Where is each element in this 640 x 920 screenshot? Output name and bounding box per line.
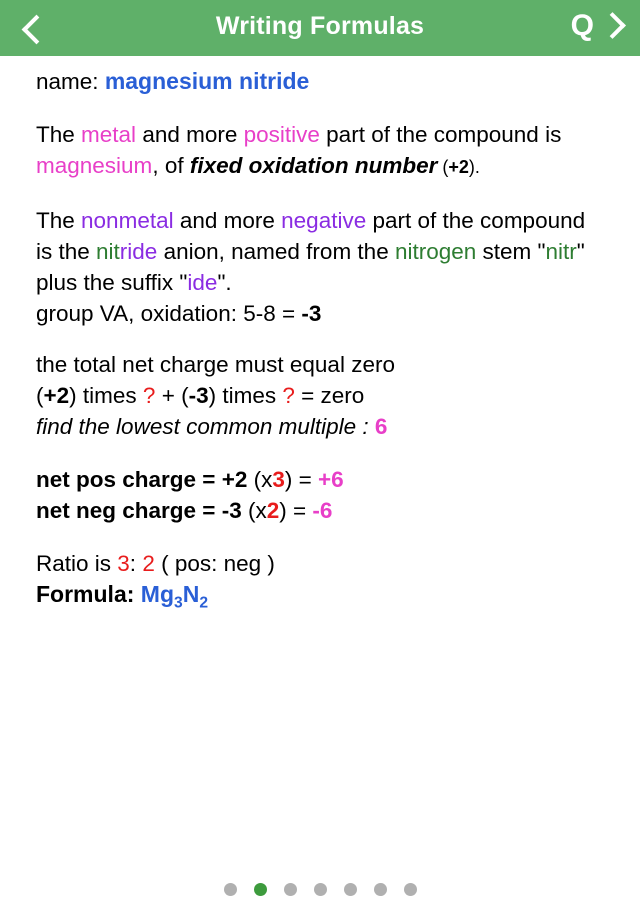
suffix-quoted: ide (187, 270, 218, 295)
quiz-nav-group[interactable]: Q (571, 9, 626, 43)
net-pos-multiplier: 3 (272, 467, 285, 492)
net-neg-result: -6 (312, 498, 333, 523)
metal-text-2: and more (136, 122, 244, 147)
page-dot[interactable] (313, 883, 327, 896)
net-neg-charge-line: net neg charge = -3 (x2) = -6 (36, 495, 606, 526)
metal-text-4: , of (152, 153, 190, 178)
name-label: name: (36, 69, 99, 94)
lcm-label: find the lowest common multiple : (36, 414, 375, 439)
metal-oxidation-number: +2 (448, 157, 469, 177)
net-pos-text-1: = (196, 467, 222, 492)
formula-symbol-2: N (182, 581, 200, 607)
ratio-text-2: : (129, 551, 143, 576)
net-neg-label: net neg charge (36, 498, 197, 523)
nonmetal-text-1: The (36, 208, 82, 233)
page-dot[interactable] (253, 883, 267, 896)
compound-name-line: name: magnesium nitride (36, 66, 606, 97)
negative-keyword: negative (281, 208, 367, 233)
net-neg-text-1: = (196, 498, 222, 523)
group-oxidation-line: group VA, oxidation: 5-8 = -3 (36, 298, 606, 329)
equation-text-3: + ( (155, 383, 189, 408)
ratio-text-1: Ratio is (36, 551, 118, 576)
fixed-oxidation-emphasis: fixed oxidation number (189, 153, 438, 178)
charge-equation-line: (+2) times ? + (-3) times ? = zero (36, 380, 606, 411)
lcm-line: find the lowest common multiple : 6 (36, 411, 606, 442)
net-neg-text-2: (x (241, 498, 267, 523)
charge-rule-line: the total net charge must equal zero (36, 352, 395, 377)
page-dot[interactable] (223, 883, 237, 896)
metal-text-5: ( (437, 157, 449, 177)
formula-subscript-1: 3 (174, 594, 183, 612)
nonmetal-keyword: nonmetal (81, 208, 174, 233)
ratio-pos-value: 3 (117, 551, 130, 576)
group-text: group VA, oxidation: 5-8 = (36, 301, 302, 326)
net-pos-result: +6 (318, 467, 344, 492)
anion-stem: nit (96, 239, 120, 264)
metal-text-1: The (36, 122, 82, 147)
page-title: Writing Formulas (215, 12, 425, 40)
nonmetal-paragraph: The nonmetal and more negative part of t… (36, 205, 606, 298)
equation-text-5: = zero (294, 383, 365, 408)
equation-negative-charge: -3 (188, 383, 209, 408)
page-dot[interactable] (283, 883, 297, 896)
net-pos-charge-line: net pos charge = +2 (x3) = +6 (36, 464, 606, 495)
nonmetal-text-5: stem " (476, 239, 546, 264)
quiz-button[interactable]: Q (571, 9, 594, 43)
nonmetal-text-2: and more (173, 208, 282, 233)
ratio-line: Ratio is 3: 2 ( pos: neg ) (36, 548, 606, 579)
metal-element: magnesium (36, 153, 153, 178)
compound-name-value: magnesium nitride (104, 68, 310, 94)
net-pos-text-3: ) = (284, 467, 319, 492)
page-dot[interactable] (403, 883, 417, 896)
net-pos-charge-value: +2 (221, 467, 248, 492)
equation-text-2: ) times (69, 383, 143, 408)
page-dot[interactable] (343, 883, 357, 896)
equation-text-4: ) times (208, 383, 283, 408)
formula-label: Formula: (36, 581, 135, 607)
metal-keyword: metal (81, 122, 137, 147)
page-indicator (0, 883, 640, 896)
group-oxidation-value: -3 (301, 301, 322, 326)
nonmetal-element: nitrogen (394, 239, 477, 264)
formula-value: Mg3N2 (140, 581, 208, 612)
net-pos-label: net pos charge (36, 467, 197, 492)
lcm-value: 6 (374, 414, 388, 439)
equation-unknown-2: ? (282, 383, 295, 408)
net-neg-charge-value: -3 (221, 498, 242, 523)
app-header: Writing Formulas Q (0, 0, 640, 56)
formula-symbol-1: Mg (140, 581, 174, 607)
anion-suffix: ride (119, 239, 158, 264)
positive-keyword: positive (243, 122, 320, 147)
stem-quoted: nitr (545, 239, 577, 264)
metal-text-3: part of the compound is (319, 122, 562, 147)
equation-unknown-1: ? (142, 383, 156, 408)
nonmetal-text-4: anion, named from the (157, 239, 395, 264)
equation-positive-charge: +2 (43, 383, 70, 408)
nonmetal-text-7: ". (217, 270, 232, 295)
lesson-content: name: magnesium nitride The metal and mo… (0, 56, 640, 920)
net-neg-multiplier: 2 (266, 498, 280, 523)
equation-text-1: ( (36, 383, 44, 408)
formula-subscript-2: 2 (199, 594, 209, 612)
ratio-text-3: ( pos: neg ) (154, 551, 275, 576)
ratio-neg-value: 2 (142, 551, 155, 576)
page-dot[interactable] (373, 883, 387, 896)
chevron-right-icon[interactable] (599, 11, 626, 39)
metal-text-6: ). (468, 157, 480, 177)
metal-paragraph: The metal and more positive part of the … (36, 119, 606, 183)
net-pos-text-2: (x (247, 467, 273, 492)
net-neg-text-3: ) = (279, 498, 313, 523)
formula-line: Formula: Mg3N2 (36, 579, 606, 619)
